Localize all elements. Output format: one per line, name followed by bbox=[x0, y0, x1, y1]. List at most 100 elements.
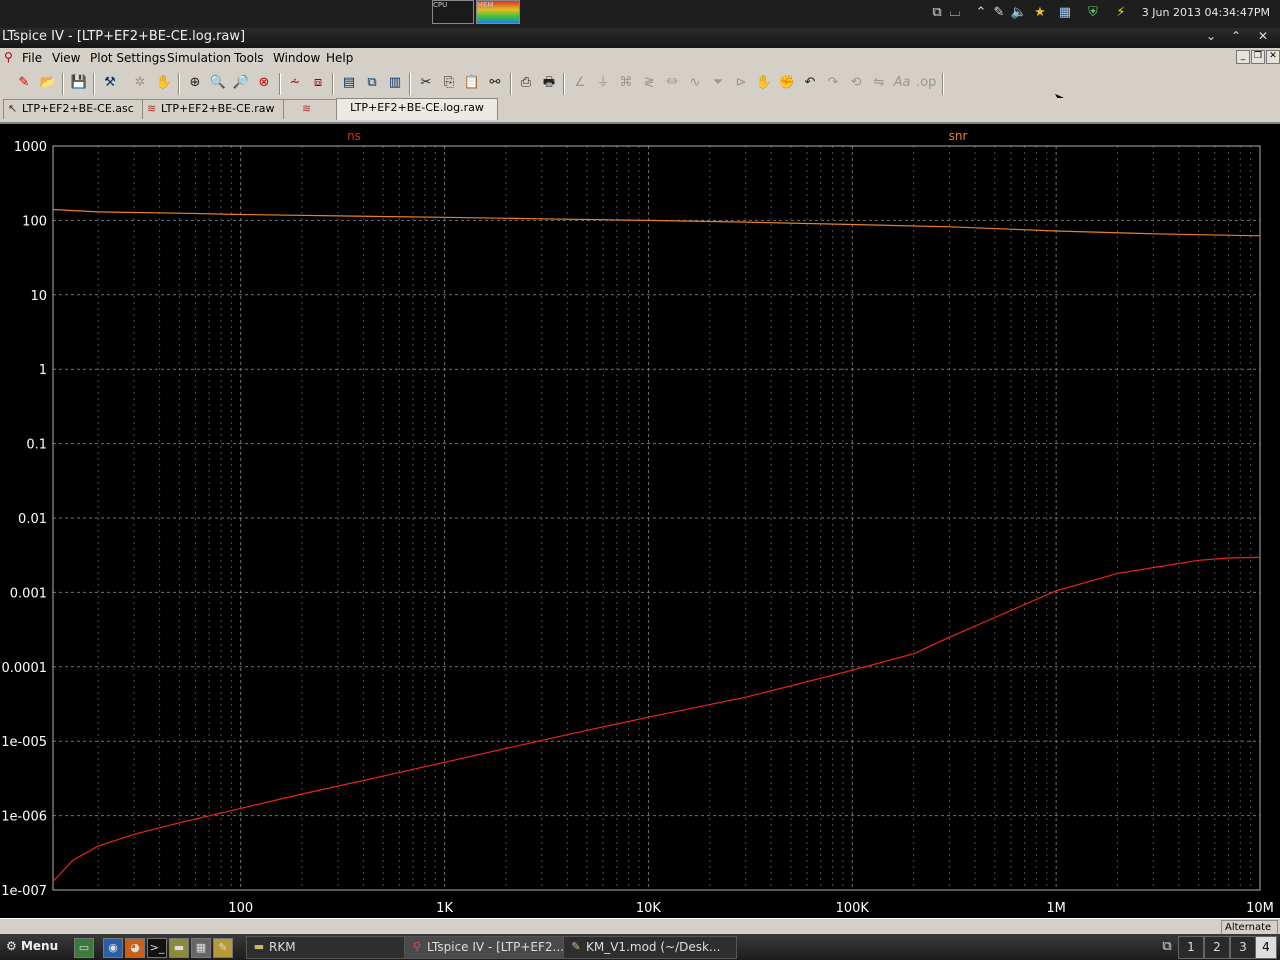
show-desktop-icon[interactable]: ⧉ bbox=[1158, 938, 1176, 956]
tab-schematic[interactable]: ↖ LTP+EF2+BE-CE.asc bbox=[3, 99, 145, 119]
desktop-3-button[interactable]: 3 bbox=[1230, 936, 1256, 959]
toolbar: ✎ 📂 💾 ⚒ ✲ ✋ ⊕ 🔍 🔎 ⊗ ⩪ ⧈ ▤ ⧉ ▥ ✂ ⎘ 📋 ⚯ ⎙ … bbox=[0, 68, 1280, 106]
legend-snr: snr bbox=[949, 129, 968, 143]
text-editor-icon[interactable]: ✎ bbox=[213, 938, 233, 958]
inductor-icon[interactable]: ∿ bbox=[686, 74, 704, 92]
diode-icon[interactable]: ⏷ bbox=[709, 74, 727, 92]
clipboard-icon[interactable]: ⧉ bbox=[928, 4, 946, 22]
text-icon[interactable]: Aa bbox=[893, 74, 911, 92]
memory-meter-label: MEM bbox=[477, 1, 494, 9]
new-schematic-icon[interactable]: ✎ bbox=[15, 74, 33, 92]
desktop-icon[interactable]: ▭ bbox=[74, 938, 94, 958]
open-folder-icon[interactable]: 📂 bbox=[39, 74, 57, 92]
menu-view[interactable]: View bbox=[52, 51, 80, 65]
task-label: KM_V1.mod (~/Desk... bbox=[586, 940, 721, 954]
x-tick-label: 10M bbox=[1246, 901, 1274, 916]
desktop-4-button[interactable]: 4 bbox=[1255, 936, 1277, 959]
menu-simulation[interactable]: Simulation bbox=[167, 51, 231, 65]
window-title-bar[interactable]: LTspice IV - [LTP+EF2+BE-CE.log.raw] ⌄ ⌃… bbox=[0, 28, 1280, 48]
toolbar-separator bbox=[279, 73, 281, 95]
halt-hand-icon[interactable]: ✋ bbox=[155, 74, 173, 92]
cascade-icon[interactable]: ⧉ bbox=[363, 74, 381, 92]
volume-icon[interactable]: 🔈 bbox=[1010, 4, 1028, 22]
save-icon[interactable]: 💾 bbox=[70, 74, 88, 92]
y-tick-label: 1e-005 bbox=[1, 735, 47, 750]
y-tick-label: 10 bbox=[30, 289, 47, 304]
zoom-in-icon[interactable]: 🔍 bbox=[209, 74, 227, 92]
rotate-icon[interactable]: ⟲ bbox=[847, 74, 865, 92]
power-icon[interactable]: ⚡ bbox=[1112, 4, 1130, 22]
x-tick-label: 10K bbox=[636, 901, 662, 916]
print-setup-icon[interactable]: ⎙ bbox=[517, 74, 535, 92]
clock[interactable]: 3 Jun 2013 04:34:47PM bbox=[1142, 6, 1270, 19]
move-hand-icon[interactable]: ✋ bbox=[755, 74, 773, 92]
mirror-icon[interactable]: ⇋ bbox=[870, 74, 888, 92]
firefox-icon[interactable]: ◕ bbox=[125, 938, 145, 958]
browser-icon[interactable]: ◉ bbox=[103, 938, 123, 958]
minimize-icon[interactable]: ⌄ bbox=[1202, 29, 1220, 43]
tab-waveform-raw[interactable]: ≋ LTP+EF2+BE-CE.raw bbox=[142, 99, 286, 119]
control-panel-hammer-icon[interactable]: ⚒ bbox=[101, 74, 119, 92]
redo-icon[interactable]: ↷ bbox=[824, 74, 842, 92]
file-manager-icon[interactable]: ▬ bbox=[169, 938, 189, 958]
taskbar: ⚙ Menu ▭ ◉ ◕ >_ ▬ ▦ ✎ ▬ RKM ⚲ LTspice IV -… bbox=[0, 934, 1280, 960]
copy-icon[interactable]: ⎘ bbox=[440, 74, 458, 92]
waveform-plot-pane[interactable]: 1000 100 10 1 0.1 0.01 0.001 0.0001 1e-005 1e-006… bbox=[0, 122, 1280, 918]
pick-traces-icon[interactable]: ⧈ bbox=[309, 74, 327, 92]
tab-waveform-unnamed[interactable]: ≋ bbox=[283, 99, 339, 119]
task-km-v1-mod[interactable]: ✎ KM_V1.mod (~/Desk... bbox=[563, 936, 737, 959]
maximize-icon[interactable]: ⌃ bbox=[1227, 29, 1245, 43]
chevron-up-icon[interactable]: ⌃ bbox=[972, 4, 990, 22]
menu-plot-settings[interactable]: Plot Settings bbox=[90, 51, 166, 65]
toolbar-separator bbox=[93, 73, 95, 95]
capacitor-icon[interactable]: ⏛ bbox=[663, 74, 681, 92]
star-icon[interactable]: ★ bbox=[1031, 4, 1049, 22]
pen-icon[interactable]: ✎ bbox=[990, 4, 1008, 22]
start-menu-button[interactable]: ⚙ Menu bbox=[6, 939, 58, 953]
wire-icon[interactable]: ∠ bbox=[571, 74, 589, 92]
resistor-icon[interactable]: ≷ bbox=[640, 74, 658, 92]
document-tabs: ↖ LTP+EF2+BE-CE.asc ≋ LTP+EF2+BE-CE.raw ≋ … bbox=[0, 98, 1280, 120]
network-icon[interactable]: ▦ bbox=[1056, 4, 1074, 22]
menu-help[interactable]: Help bbox=[326, 51, 353, 65]
menu-file[interactable]: File bbox=[22, 51, 42, 65]
mdi-close-button[interactable]: ✕ bbox=[1266, 50, 1280, 64]
component-icon[interactable]: ⊳ bbox=[732, 74, 750, 92]
spice-directive-icon[interactable]: .op bbox=[916, 74, 936, 92]
tile-vertical-icon[interactable]: ▥ bbox=[386, 74, 404, 92]
mdi-minimize-button[interactable]: _ bbox=[1236, 50, 1250, 64]
tray-minimize-icon[interactable]: ⌴ bbox=[946, 4, 964, 22]
undo-icon[interactable]: ↶ bbox=[801, 74, 819, 92]
calculator-icon[interactable]: ▦ bbox=[191, 938, 211, 958]
legend-ns: ns bbox=[347, 129, 361, 143]
ltspice-app-icon[interactable]: ⚲ bbox=[4, 50, 14, 64]
zoom-cancel-icon[interactable]: ⊗ bbox=[255, 74, 273, 92]
drag-hand-icon[interactable]: ✊ bbox=[778, 74, 796, 92]
ground-icon[interactable]: ⏚ bbox=[594, 74, 612, 92]
terminal-icon[interactable]: >_ bbox=[147, 938, 167, 958]
cut-icon[interactable]: ✂ bbox=[417, 74, 435, 92]
waveform-plot[interactable]: 1000 100 10 1 0.1 0.01 0.001 0.0001 1e-005 1e-006… bbox=[0, 124, 1280, 918]
run-icon[interactable]: ✲ bbox=[131, 74, 149, 92]
desktop-2-button[interactable]: 2 bbox=[1204, 936, 1230, 959]
window-title: LTspice IV - [LTP+EF2+BE-CE.log.raw] bbox=[2, 29, 246, 44]
zoom-out-icon[interactable]: 🔎 bbox=[232, 74, 250, 92]
tile-horizontal-icon[interactable]: ▤ bbox=[340, 74, 358, 92]
toolbar-separator bbox=[409, 73, 411, 95]
close-icon[interactable]: ✕ bbox=[1254, 29, 1272, 43]
text-editor-icon: ✎ bbox=[571, 940, 581, 953]
print-icon[interactable]: 🖶 bbox=[540, 74, 558, 92]
paste-icon[interactable]: 📋 bbox=[463, 74, 481, 92]
zoom-area-icon[interactable]: ⊕ bbox=[186, 74, 204, 92]
task-rkm[interactable]: ▬ RKM bbox=[246, 936, 410, 959]
desktop-1-button[interactable]: 1 bbox=[1178, 936, 1204, 959]
find-binoculars-icon[interactable]: ⚯ bbox=[486, 74, 504, 92]
menu-tools[interactable]: Tools bbox=[234, 51, 264, 65]
autorange-icon[interactable]: ⩪ bbox=[286, 74, 304, 92]
shield-icon[interactable]: ⛨ bbox=[1084, 4, 1102, 22]
label-net-icon[interactable]: ⌘ bbox=[617, 74, 635, 92]
mdi-restore-button[interactable]: ❐ bbox=[1251, 50, 1265, 64]
menu-window[interactable]: Window bbox=[273, 51, 320, 65]
task-ltspice[interactable]: ⚲ LTspice IV - [LTP+EF2... bbox=[404, 936, 578, 959]
tab-log-raw[interactable]: LTP+EF2+BE-CE.log.raw bbox=[336, 98, 498, 120]
